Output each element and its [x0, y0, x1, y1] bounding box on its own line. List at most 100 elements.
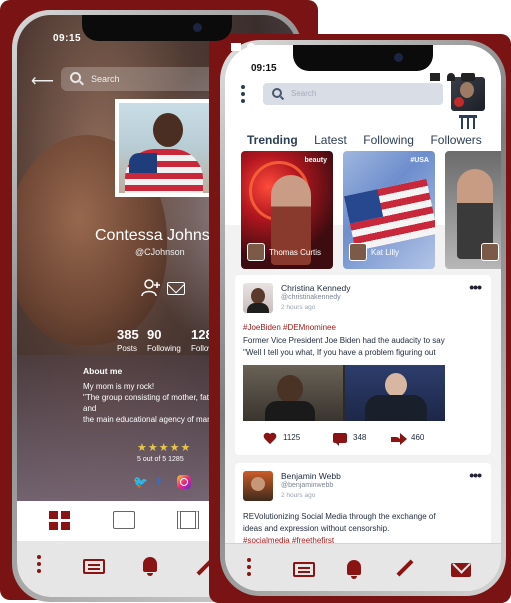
share-count: 460: [411, 433, 425, 442]
feed-tabs: Trending Latest Following Followers: [247, 131, 497, 151]
story-tag: #USA: [410, 157, 429, 164]
filter-icon[interactable]: [459, 115, 477, 129]
stat-following-value: 90: [147, 327, 162, 342]
post-timestamp: 2 hours ago: [281, 304, 316, 311]
grid-icon[interactable]: [49, 511, 71, 530]
search-icon: [70, 72, 81, 83]
post-hashtags[interactable]: #JoeBiden #DEMnominee: [243, 323, 336, 332]
post-video[interactable]: [243, 365, 445, 421]
search-input[interactable]: Search: [263, 83, 443, 105]
profile-photo[interactable]: [115, 99, 213, 197]
flag-image: [125, 149, 203, 193]
post-author-name[interactable]: Christina Kennedy: [281, 283, 350, 293]
rating-stars: ★★★★★: [137, 442, 192, 454]
post-actions: 1125 348 460: [263, 433, 473, 447]
post-avatar[interactable]: [243, 283, 273, 313]
post-avatar[interactable]: [243, 471, 273, 501]
share-icon[interactable]: [391, 433, 407, 445]
gallery-icon[interactable]: [113, 511, 135, 529]
story-avatar: [247, 243, 265, 261]
menu-icon[interactable]: [37, 555, 41, 576]
video-panel-left: [243, 365, 343, 421]
front-phone: 09:15 Search Trending Latest Following F…: [220, 40, 506, 596]
mail-icon[interactable]: [451, 563, 471, 577]
post-card[interactable]: Christina Kennedy @christinakennedy 2 ho…: [235, 275, 491, 455]
profile-photo-head: [153, 113, 183, 147]
facebook-icon[interactable]: f: [157, 475, 161, 489]
post-text: REVolutionizing Social Media through the…: [243, 511, 483, 547]
story-avatar: [481, 243, 499, 261]
battery-icon: [231, 61, 245, 69]
camera-icon: [394, 53, 403, 62]
story-card[interactable]: beauty Thomas Curtis: [241, 151, 333, 269]
profile-handle: @CJohnson: [135, 247, 185, 257]
post-card[interactable]: Benjamin Webb @benjaminwebb 2 hours ago …: [235, 463, 491, 545]
post-text: Former Vice President Joe Biden had the …: [243, 335, 483, 359]
app-showcase: 09:15 ⟵ Search Contessa Johnson @CJohnso…: [0, 0, 511, 603]
like-icon[interactable]: [263, 433, 277, 445]
twitter-icon[interactable]: 🐦: [133, 475, 148, 489]
rating-text: 5 out of 5 1285: [137, 456, 184, 463]
more-options-icon[interactable]: •••: [469, 279, 482, 295]
about-title: About me: [83, 366, 123, 376]
stat-following[interactable]: 90 Following: [147, 327, 181, 353]
story-name: Thomas Curtis: [269, 248, 322, 257]
tab-following[interactable]: Following: [363, 133, 414, 147]
tab-latest[interactable]: Latest: [314, 133, 347, 147]
wifi-icon: [446, 73, 455, 81]
wifi-icon: [247, 43, 256, 51]
instagram-icon[interactable]: [177, 475, 191, 489]
signal-icon: [231, 43, 241, 51]
comment-icon[interactable]: [333, 433, 347, 446]
stat-posts-label: Posts: [117, 344, 138, 353]
stat-posts-value: 385: [117, 327, 139, 342]
tab-followers[interactable]: Followers: [430, 133, 481, 147]
comment-count: 348: [353, 433, 367, 442]
add-user-icon[interactable]: [141, 279, 161, 297]
bell-icon[interactable]: [143, 557, 157, 576]
post-author-handle: @benjaminwebb: [281, 482, 334, 489]
bell-icon[interactable]: [347, 560, 361, 579]
notch: [293, 45, 433, 71]
search-icon: [272, 88, 282, 98]
battery-icon: [461, 73, 475, 81]
video-icon[interactable]: [177, 511, 199, 529]
tab-trending[interactable]: Trending: [247, 133, 298, 147]
post-text-line: ideas and expression without censorship.: [243, 524, 390, 533]
post-text-line: REVolutionizing Social Media through the…: [243, 512, 436, 521]
story-card[interactable]: #USA Kat Lilly: [343, 151, 435, 269]
story-tag: beauty: [304, 157, 327, 164]
message-icon[interactable]: [167, 282, 185, 295]
post-timestamp: 2 hours ago: [281, 492, 316, 499]
status-icons: [428, 63, 475, 81]
user-avatar[interactable]: [451, 77, 485, 111]
story-card[interactable]: [445, 151, 501, 269]
story-avatar: [349, 243, 367, 261]
more-options-icon[interactable]: •••: [469, 467, 482, 483]
post-author-name[interactable]: Benjamin Webb: [281, 471, 341, 481]
like-count: 1125: [283, 433, 301, 442]
search-placeholder: Search: [291, 89, 317, 98]
profile-name: Contessa Johnson: [95, 227, 228, 244]
camera-icon: [193, 23, 202, 32]
stat-following-label: Following: [147, 344, 181, 353]
back-arrow-icon[interactable]: ⟵: [31, 71, 54, 91]
news-icon[interactable]: [83, 559, 105, 574]
search-placeholder: Search: [91, 74, 120, 84]
menu-icon[interactable]: [247, 558, 251, 579]
stat-posts[interactable]: 385 Posts: [117, 327, 139, 353]
story-name: Kat Lilly: [371, 248, 400, 257]
pen-icon[interactable]: [396, 559, 414, 577]
status-icons: [229, 33, 269, 69]
status-time: 09:15: [251, 63, 277, 74]
notch: [82, 15, 232, 41]
stories-row: beauty Thomas Curtis #USA Kat Lilly: [241, 151, 501, 269]
news-icon[interactable]: [293, 562, 315, 577]
menu-icon[interactable]: [241, 85, 245, 106]
bottom-nav: [225, 543, 501, 591]
post-author-handle: @christinakennedy: [281, 294, 341, 301]
post-text-line: "Well I tell you what, If you have a pro…: [243, 348, 436, 357]
signal-icon: [430, 73, 441, 81]
video-panel-right: [345, 365, 445, 421]
status-time: 09:15: [53, 33, 82, 44]
